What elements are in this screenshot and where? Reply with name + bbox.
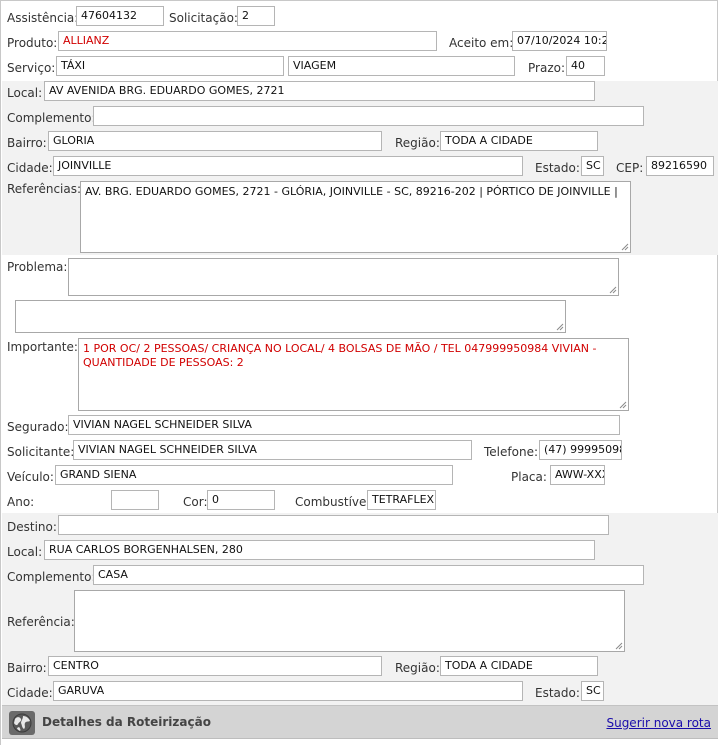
origem-complemento-field[interactable] [93, 106, 644, 126]
aceito-label: Aceito em: [449, 36, 514, 50]
servico-label: Serviço: [7, 61, 56, 75]
combustivel-field[interactable]: TETRAFLEX [367, 490, 436, 510]
assistencia-label: Assistência: [7, 11, 79, 25]
destino-label: Destino: [7, 520, 57, 534]
produto-label: Produto: [7, 36, 58, 50]
destino-estado-label: Estado: [535, 686, 580, 700]
importante-text: 1 POR OC/ 2 PESSOAS/ CRIANÇA NO LOCAL/ 4… [83, 342, 597, 369]
origem-estado-label: Estado: [535, 161, 580, 175]
destino-local-field[interactable]: RUA CARLOS BORGENHALSEN, 280 [44, 540, 595, 560]
assistencia-field[interactable]: 47604132 [76, 6, 164, 26]
origem-regiao-field[interactable]: TODA A CIDADE [440, 131, 598, 151]
prazo-label: Prazo: [528, 61, 565, 75]
origem-referencias-textarea[interactable]: AV. BRG. EDUARDO GOMES, 2721 - GLÓRIA, J… [80, 181, 631, 253]
form-frame: Assistência: 47604132 Solicitação: 2 Pro… [0, 0, 718, 747]
resize-grip-icon[interactable] [618, 400, 627, 409]
origem-regiao-label: Região: [395, 136, 440, 150]
destino-referencia-textarea[interactable] [74, 590, 625, 652]
destino-complemento-label: Complemento: [7, 570, 96, 584]
ano-label: Ano: [7, 495, 35, 509]
resize-grip-icon[interactable] [620, 242, 629, 251]
destino-cidade-label: Cidade: [7, 686, 53, 700]
cor-field[interactable]: 0 [207, 490, 275, 510]
telefone-field[interactable]: (47) 999950984 [539, 440, 622, 460]
aceito-field[interactable]: 07/10/2024 10:22 [512, 31, 607, 51]
combustivel-label: Combustível: [295, 495, 374, 509]
roteirizacao-header: Detalhes da Roteirização Sugerir nova ro… [2, 705, 718, 739]
resize-grip-icon[interactable] [555, 322, 564, 331]
footer-separator [2, 738, 718, 747]
origem-cidade-label: Cidade: [7, 161, 53, 175]
problema-textarea[interactable] [68, 258, 619, 296]
destino-bairro-label: Bairro: [7, 661, 47, 675]
origem-cep-field[interactable]: 89216590 [646, 156, 714, 176]
resize-grip-icon[interactable] [608, 285, 617, 294]
problema-detalhe-textarea[interactable] [15, 300, 566, 333]
veiculo-label: Veículo: [7, 470, 54, 484]
roteirizacao-title: Detalhes da Roteirização [42, 715, 211, 729]
destino-complemento-field[interactable]: CASA [93, 565, 644, 585]
destino-local-label: Local: [7, 545, 43, 559]
origem-local-field[interactable]: AV AVENIDA BRG. EDUARDO GOMES, 2721 [44, 81, 595, 101]
importante-label: Importante: [7, 340, 78, 354]
ano-field[interactable] [111, 490, 159, 510]
origem-complemento-label: Complemento: [7, 111, 96, 125]
origem-local-label: Local: [7, 86, 43, 100]
telefone-label: Telefone: [484, 445, 538, 459]
solicitante-label: Solicitante: [7, 445, 75, 459]
destino-cidade-field[interactable]: GARUVA [53, 681, 523, 701]
cor-label: Cor: [183, 495, 208, 509]
sugerir-nova-rota-link[interactable]: Sugerir nova rota [606, 716, 711, 730]
origem-referencias-label: Referências: [7, 182, 82, 196]
solicitante-field[interactable]: VIVIAN NAGEL SCHNEIDER SILVA [73, 440, 472, 460]
importante-textarea[interactable]: 1 POR OC/ 2 PESSOAS/ CRIANÇA NO LOCAL/ 4… [78, 338, 629, 411]
placa-field[interactable]: AWW-XXXX [550, 465, 605, 485]
produto-field[interactable]: ALLIANZ [58, 31, 437, 51]
placa-label: Placa: [511, 470, 547, 484]
origem-cep-label: CEP: [616, 161, 644, 175]
origem-bairro-label: Bairro: [7, 136, 47, 150]
destino-regiao-field[interactable]: TODA A CIDADE [440, 656, 598, 676]
prazo-field[interactable]: 40 [566, 56, 605, 76]
destino-regiao-label: Região: [395, 661, 440, 675]
destino-bairro-field[interactable]: CENTRO [48, 656, 382, 676]
veiculo-field[interactable]: GRAND SIENA [55, 465, 453, 485]
origem-bairro-field[interactable]: GLORIA [48, 131, 382, 151]
problema-label: Problema: [7, 260, 68, 274]
solicitacao-field[interactable]: 2 [237, 6, 275, 26]
globe-icon [9, 711, 35, 735]
resize-grip-icon[interactable] [614, 641, 623, 650]
origem-estado-field[interactable]: SC [581, 156, 604, 176]
segurado-label: Segurado: [7, 420, 69, 434]
destino-field[interactable] [58, 515, 609, 535]
origem-referencias-text: AV. BRG. EDUARDO GOMES, 2721 - GLÓRIA, J… [85, 185, 618, 198]
servico-field[interactable]: TÁXI [56, 56, 284, 76]
destino-estado-field[interactable]: SC [581, 681, 604, 701]
destino-referencia-label: Referência: [7, 615, 75, 629]
origem-cidade-field[interactable]: JOINVILLE [53, 156, 523, 176]
solicitacao-label: Solicitação: [169, 11, 238, 25]
segurado-field[interactable]: VIVIAN NAGEL SCHNEIDER SILVA [68, 415, 620, 435]
servico-tipo-field[interactable]: VIAGEM [288, 56, 515, 76]
